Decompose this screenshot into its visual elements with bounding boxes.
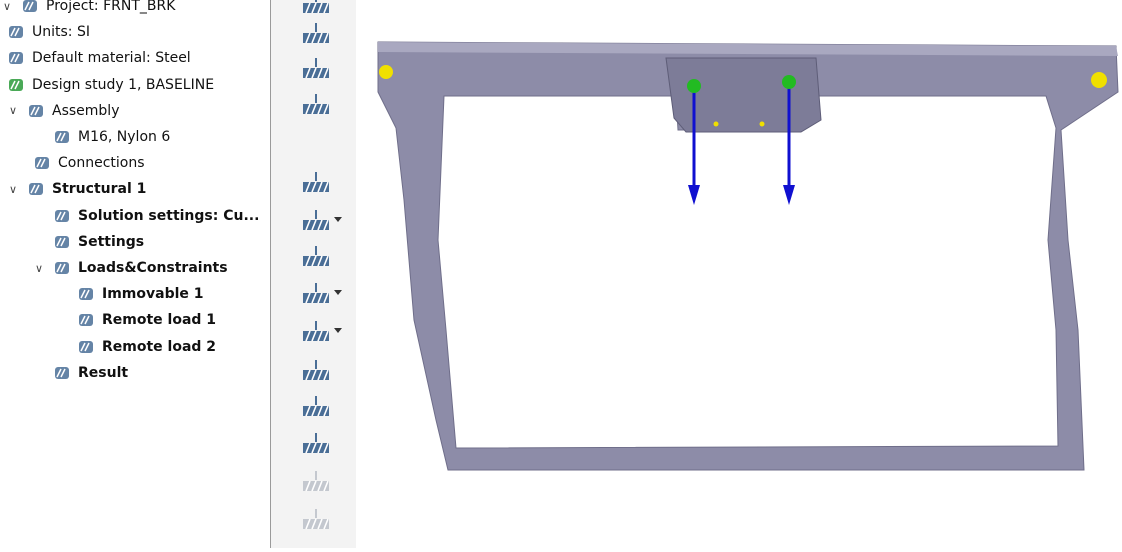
remote-load-icon <box>303 210 329 231</box>
connections-icon <box>32 154 52 172</box>
chevron-down-icon[interactable]: ∨ <box>6 183 20 196</box>
load-point-marker[interactable] <box>687 79 701 93</box>
dropdown-arrow-icon[interactable] <box>334 290 342 295</box>
contact-button[interactable] <box>301 430 333 458</box>
tree-item-label: Default material: Steel <box>32 50 191 67</box>
gravity-load-icon <box>303 246 329 267</box>
load-point-marker[interactable] <box>782 75 796 89</box>
model-view[interactable] <box>356 0 1122 548</box>
design-study-check-icon <box>6 76 26 94</box>
tree-item[interactable]: Connections <box>32 151 145 175</box>
tree-item-label: Settings <box>78 233 145 250</box>
result-icon <box>52 364 72 382</box>
remote-load-button[interactable] <box>301 207 342 235</box>
project-icon <box>20 0 40 15</box>
tree-item-label: Immovable 1 <box>102 286 204 303</box>
fixed-constraint-button[interactable] <box>301 0 333 18</box>
pin-constraint-button[interactable] <box>301 55 333 83</box>
fixed-constraint-icon <box>303 0 329 14</box>
yellow-marker <box>759 121 765 127</box>
chevron-down-icon[interactable]: ∨ <box>0 0 14 13</box>
center-bracket[interactable] <box>665 57 822 133</box>
tree-item[interactable]: ∨ Loads&Constraints <box>32 256 228 280</box>
tree-item[interactable]: ∨ Assembly <box>6 99 120 123</box>
tree-item[interactable]: Default material: Steel <box>6 46 191 70</box>
tree-item-label: M16, Nylon 6 <box>78 129 171 145</box>
tree-item[interactable]: Immovable 1 <box>76 282 204 306</box>
ruler-icon <box>6 23 26 41</box>
gear-icon <box>52 207 72 225</box>
tree-item[interactable]: Remote load 1 <box>76 308 216 332</box>
tree-item-label: Assembly <box>52 102 120 119</box>
tree-item-label: Remote load 2 <box>102 338 217 355</box>
structural-icon <box>26 180 46 198</box>
remote-load-icon <box>76 338 96 356</box>
bearing-constraint-button[interactable] <box>301 20 333 48</box>
yellow-marker <box>1091 72 1107 88</box>
tree-item-label: Connections <box>58 155 145 172</box>
3d-viewport[interactable] <box>356 0 1122 548</box>
settings-wave-icon <box>52 233 72 251</box>
moment-load-icon <box>303 283 329 304</box>
remote-force-icon <box>303 321 329 342</box>
moment-load-button[interactable] <box>301 280 342 308</box>
tree-item[interactable]: Design study 1, BASELINE <box>6 73 214 97</box>
thermal-load-button[interactable] <box>301 357 333 385</box>
disabled-funnel-button[interactable] <box>301 468 333 496</box>
sliding-constraint-button[interactable] <box>301 91 333 119</box>
assembly-icon <box>26 102 46 120</box>
chevron-down-icon[interactable]: ∨ <box>6 104 20 117</box>
tree-item[interactable]: ∨ Structural 1 <box>6 177 146 201</box>
tree-item[interactable]: Remote load 2 <box>76 335 216 359</box>
dropdown-arrow-icon[interactable] <box>334 217 342 222</box>
tree-item-label: Structural 1 <box>52 181 147 198</box>
pin-constraint-icon <box>303 58 329 79</box>
chevron-down-icon[interactable]: ∨ <box>32 262 46 275</box>
tree-item[interactable]: Solution settings: Cu... <box>52 204 259 228</box>
tree-item[interactable]: Units: SI <box>6 20 90 44</box>
tree-item-label: Result <box>78 364 129 381</box>
dropdown-arrow-icon[interactable] <box>334 328 342 333</box>
tree-item-label: Design study 1, BASELINE <box>32 76 215 93</box>
tree-item-label: Remote load 1 <box>102 312 217 329</box>
model-tree: ∨ Project: FRNT_BRK Units: SI Default mater… <box>0 0 270 548</box>
force-load-button[interactable] <box>301 169 333 197</box>
sliding-constraint-icon <box>303 94 329 115</box>
bearing-constraint-icon <box>303 23 329 44</box>
tree-item-label: Project: FRNT_BRK <box>46 0 176 14</box>
tree-item-label: Units: SI <box>32 24 90 41</box>
loads-constraints-icon <box>52 259 72 277</box>
material-icon <box>6 49 26 67</box>
force-load-icon <box>303 172 329 193</box>
remote-load-icon <box>76 311 96 329</box>
remote-force-button[interactable] <box>301 318 342 346</box>
tree-item[interactable]: M16, Nylon 6 <box>52 125 170 149</box>
yellow-marker <box>379 65 393 79</box>
tree-item-label: Solution settings: Cu... <box>78 207 260 224</box>
rotational-load-icon <box>303 396 329 417</box>
contact-icon <box>303 433 329 454</box>
yellow-marker <box>713 121 719 127</box>
rotational-load-button[interactable] <box>301 393 333 421</box>
thermal-load-icon <box>303 360 329 381</box>
disabled-cyclic-button[interactable] <box>301 506 333 534</box>
disabled-funnel-icon <box>303 471 329 492</box>
tree-item[interactable]: ∨ Project: FRNT_BRK <box>0 0 175 18</box>
bolt-icon <box>52 128 72 146</box>
tree-item[interactable]: Settings <box>52 230 144 254</box>
gravity-load-button[interactable] <box>301 243 333 271</box>
tree-item-label: Loads&Constraints <box>78 260 228 276</box>
vertical-toolbar <box>271 0 356 548</box>
immovable-icon <box>76 285 96 303</box>
disabled-cyclic-icon <box>303 509 329 530</box>
tree-item[interactable]: Result <box>52 361 128 385</box>
